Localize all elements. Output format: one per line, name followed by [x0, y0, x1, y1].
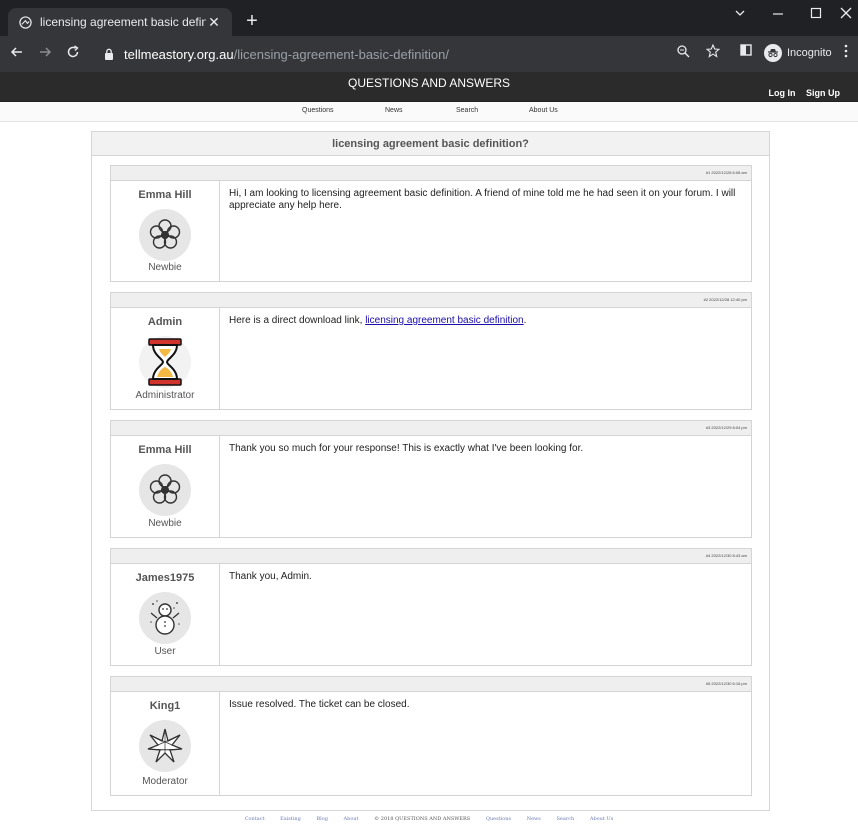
- reload-icon[interactable]: [62, 45, 84, 64]
- footer-link-contact[interactable]: Contact: [245, 816, 265, 822]
- post-header: #1 2022/12/28 6:08 am: [111, 166, 751, 181]
- nav-questions[interactable]: Questions: [302, 107, 334, 114]
- post-header: #4 2022/12/30 8:43 am: [111, 549, 751, 564]
- author-role: Newbie: [148, 518, 182, 529]
- incognito-icon: [764, 44, 782, 62]
- incognito-label: Incognito: [787, 47, 832, 59]
- post-text: Here is a direct download link,: [229, 315, 366, 326]
- tab-title: licensing agreement basic definit: [40, 15, 206, 29]
- post-author: Admin Administrator: [111, 308, 220, 409]
- post: #5 2022/12/30 6:16 pm King1 Moderator Is…: [110, 676, 752, 796]
- site-header: QUESTIONS AND ANSWERS Log In Sign Up: [0, 72, 858, 102]
- footer-link-questions[interactable]: Questions: [486, 816, 511, 822]
- star-icon[interactable]: [706, 44, 720, 58]
- author-role: Administrator: [135, 390, 195, 401]
- thread-title: licensing agreement basic definition?: [92, 132, 769, 156]
- site-title[interactable]: QUESTIONS AND ANSWERS: [0, 76, 858, 90]
- browser-tab-bar: licensing agreement basic definit ✕ +: [0, 0, 858, 36]
- star-icon: [139, 720, 191, 772]
- author-role: Newbie: [148, 262, 182, 273]
- incognito-profile-button[interactable]: Incognito: [764, 44, 832, 62]
- post-meta: #2 2022/12/28 12:40 pm: [703, 297, 747, 302]
- back-icon[interactable]: [6, 45, 28, 64]
- post-body: Thank you, Admin.: [229, 571, 312, 582]
- author-name[interactable]: Emma Hill: [111, 444, 219, 456]
- footer-link-blog[interactable]: Blog: [316, 816, 327, 822]
- footer-link-existing[interactable]: Existing: [280, 816, 301, 822]
- post-meta: #5 2022/12/30 6:16 pm: [705, 681, 747, 686]
- nav-news[interactable]: News: [385, 107, 403, 114]
- post-body: Thank you so much for your response! Thi…: [229, 443, 584, 454]
- post-header: #2 2022/12/28 12:40 pm: [111, 293, 751, 308]
- hourglass-icon: [139, 336, 191, 388]
- globe-icon: [18, 15, 32, 29]
- auth-links: Log In Sign Up: [760, 88, 840, 98]
- sidepanel-icon[interactable]: [740, 44, 752, 56]
- post-author: Emma Hill Newbie: [111, 436, 220, 537]
- browser-tab[interactable]: licensing agreement basic definit ✕: [8, 8, 232, 36]
- post-header: #3 2022/12/29 8:04 pm: [111, 421, 751, 436]
- flower-icon: [139, 464, 191, 516]
- post-meta: #3 2022/12/29 8:04 pm: [705, 425, 747, 430]
- author-role: Moderator: [142, 776, 188, 787]
- site-footer: Contact Existing Blog About © 2018 QUEST…: [0, 816, 858, 828]
- login-link[interactable]: Log In: [768, 88, 795, 98]
- post-meta: #4 2022/12/30 8:43 am: [705, 553, 747, 558]
- author-role: User: [154, 646, 176, 657]
- zoom-icon[interactable]: [676, 44, 690, 58]
- url-host: tellmeastory.org.au: [124, 46, 234, 62]
- menu-icon[interactable]: [844, 44, 848, 58]
- post-body: Hi, I am looking to licensing agreement …: [229, 188, 736, 211]
- author-name[interactable]: King1: [111, 700, 219, 712]
- post-author: James1975 User: [111, 564, 220, 665]
- minimize-icon[interactable]: [766, 6, 790, 22]
- post-author: King1 Moderator: [111, 692, 220, 795]
- author-name[interactable]: James1975: [111, 572, 219, 584]
- site-nav: Questions News Search About Us: [0, 102, 858, 122]
- post: #1 2022/12/28 6:08 am Emma Hill Newbie H…: [110, 165, 752, 282]
- post-header: #5 2022/12/30 6:16 pm: [111, 677, 751, 692]
- thread-container: licensing agreement basic definition? #1…: [91, 131, 770, 811]
- address-bar[interactable]: tellmeastory.org.au/licensing-agreement-…: [104, 41, 730, 67]
- signup-link[interactable]: Sign Up: [806, 88, 840, 98]
- post-text-end: .: [523, 315, 527, 326]
- author-name[interactable]: Emma Hill: [111, 189, 219, 201]
- lock-icon[interactable]: [104, 48, 120, 60]
- new-tab-button[interactable]: +: [240, 9, 264, 33]
- post: #3 2022/12/29 8:04 pm Emma Hill Newbie T…: [110, 420, 752, 538]
- post-body: Issue resolved. The ticket can be closed…: [229, 699, 410, 710]
- post-body: Here is a direct download link, licensin…: [229, 315, 741, 327]
- tab-close-icon[interactable]: ✕: [206, 14, 222, 31]
- forward-icon[interactable]: [34, 45, 56, 64]
- footer-link-search[interactable]: Search: [556, 816, 574, 822]
- maximize-icon[interactable]: [804, 6, 828, 22]
- footer-link-news[interactable]: News: [527, 816, 541, 822]
- footer-link-about[interactable]: About: [344, 816, 359, 822]
- flower-icon: [139, 209, 191, 261]
- browser-toolbar: tellmeastory.org.au/licensing-agreement-…: [0, 36, 858, 72]
- nav-about-us[interactable]: About Us: [529, 107, 558, 114]
- post-author: Emma Hill Newbie: [111, 181, 220, 281]
- url-path: /licensing-agreement-basic-definition/: [233, 46, 449, 62]
- tab-search-icon[interactable]: [728, 6, 752, 22]
- snowman-icon: [139, 592, 191, 644]
- post: #2 2022/12/28 12:40 pm Admin Administrat…: [110, 292, 752, 410]
- footer-copyright: © 2018 QUESTIONS AND ANSWERS: [374, 816, 471, 822]
- nav-search[interactable]: Search: [456, 107, 478, 114]
- author-name[interactable]: Admin: [111, 316, 219, 328]
- post: #4 2022/12/30 8:43 am James1975 User Tha…: [110, 548, 752, 666]
- window-close-icon[interactable]: [834, 6, 858, 22]
- footer-link-about-us[interactable]: About Us: [590, 816, 613, 822]
- download-link[interactable]: licensing agreement basic definition: [365, 315, 523, 326]
- post-meta: #1 2022/12/28 6:08 am: [705, 170, 747, 175]
